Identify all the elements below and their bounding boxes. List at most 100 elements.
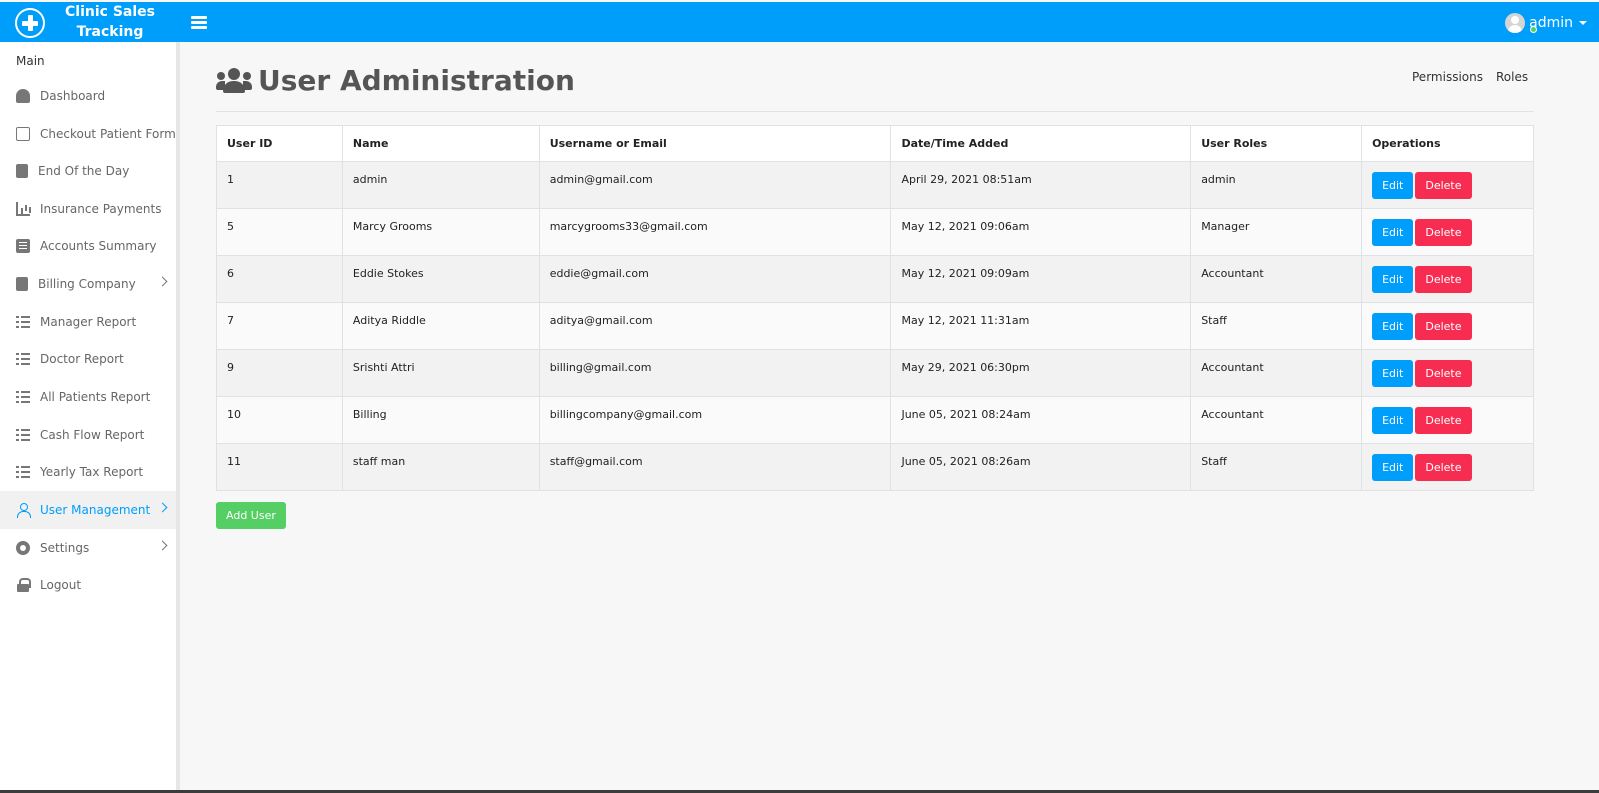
cell-name: staff man: [341, 443, 540, 491]
users-icon: [216, 68, 252, 94]
clipboard-icon: [16, 164, 28, 178]
edit-button[interactable]: Edit: [1372, 360, 1414, 387]
cell-role: Manager: [1190, 208, 1363, 256]
cell-email: billingcompany@gmail.com: [538, 396, 892, 444]
note-icon: [16, 127, 30, 141]
cell-operations: Edit Delete: [1361, 349, 1534, 397]
hamburger-menu-icon[interactable]: [191, 16, 207, 29]
cell-name: Marcy Grooms: [341, 208, 540, 256]
sidebar-item-label: Manager Report: [40, 315, 137, 329]
sidebar-item-label: Billing Company: [38, 277, 136, 291]
sidebar-item-label: Settings: [40, 541, 90, 555]
table-row: 9 Srishti Attri billing@gmail.com May 29…: [216, 349, 1534, 397]
cell-email: staff@gmail.com: [538, 443, 892, 491]
sidebar-item-label: All Patients Report: [40, 390, 151, 404]
sidebar-item-label: Accounts Summary: [40, 239, 157, 253]
delete-button[interactable]: Delete: [1415, 219, 1472, 246]
table-row: 10 Billing billingcompany@gmail.com June…: [216, 396, 1534, 444]
sidebar-item-insurance-payments[interactable]: Insurance Payments: [0, 190, 176, 228]
delete-button[interactable]: Delete: [1415, 313, 1472, 340]
sidebar-item-all-patients-report[interactable]: All Patients Report: [0, 378, 176, 416]
sidebar-item-label: Logout: [40, 578, 82, 592]
app-title[interactable]: Clinic Sales Tracking: [58, 2, 162, 42]
sidebar-item-dashboard[interactable]: Dashboard: [0, 77, 176, 115]
delete-button[interactable]: Delete: [1415, 407, 1472, 434]
cell-operations: Edit Delete: [1361, 443, 1534, 491]
tasks-icon: [16, 352, 30, 366]
sidebar-item-yearly-tax-report[interactable]: Yearly Tax Report: [0, 453, 176, 491]
sidebar-item-label: Yearly Tax Report: [40, 465, 144, 479]
list-icon: [16, 239, 30, 253]
delete-button[interactable]: Delete: [1415, 454, 1472, 481]
delete-button[interactable]: Delete: [1415, 360, 1472, 387]
cell-email: billing@gmail.com: [538, 349, 892, 397]
medical-cross-icon[interactable]: [15, 8, 45, 38]
sidebar-section-main: Main: [16, 54, 45, 68]
tasks-icon: [16, 315, 30, 329]
cell-user-id: 9: [216, 349, 343, 397]
sidebar-item-logout[interactable]: Logout: [0, 566, 176, 604]
sidebar-item-label: Cash Flow Report: [40, 428, 145, 442]
sidebar-item-cash-flow-report[interactable]: Cash Flow Report: [0, 416, 176, 454]
sidebar-item-end-of-day[interactable]: End Of the Day: [0, 152, 176, 190]
sidebar-item-settings[interactable]: Settings: [0, 529, 176, 567]
edit-button[interactable]: Edit: [1372, 172, 1414, 199]
page-title: User Administration: [258, 64, 575, 97]
page-header: User Administration Permissions Roles: [216, 60, 1534, 112]
cell-email: eddie@gmail.com: [538, 255, 892, 303]
cell-name: Srishti Attri: [341, 349, 540, 397]
cell-operations: Edit Delete: [1361, 208, 1534, 256]
roles-link[interactable]: Roles: [1496, 70, 1528, 84]
user-menu[interactable]: admin: [1505, 13, 1587, 33]
table-header-row: User ID Name Username or Email Date/Time…: [216, 125, 1534, 162]
cell-user-id: 6: [216, 255, 343, 303]
add-user-button[interactable]: Add User: [216, 502, 286, 529]
table-row: 5 Marcy Grooms marcygrooms33@gmail.com M…: [216, 208, 1534, 256]
cell-role: Accountant: [1190, 396, 1363, 444]
cell-role: admin: [1190, 161, 1363, 209]
chevron-right-icon: [157, 276, 168, 287]
sidebar-item-label: End Of the Day: [38, 164, 130, 178]
cell-date-added: May 12, 2021 09:06am: [890, 208, 1192, 256]
table-row: 6 Eddie Stokes eddie@gmail.com May 12, 2…: [216, 255, 1534, 303]
sidebar-item-label: Dashboard: [40, 89, 106, 103]
tasks-icon: [16, 465, 30, 479]
top-navbar: Clinic Sales Tracking admin: [0, 2, 1599, 42]
column-header-name: Name: [341, 125, 540, 162]
delete-button[interactable]: Delete: [1415, 266, 1472, 293]
sidebar-item-manager-report[interactable]: Manager Report: [0, 303, 176, 341]
edit-button[interactable]: Edit: [1372, 266, 1414, 293]
app-title-line2: Tracking: [76, 24, 144, 40]
cell-role: Staff: [1190, 443, 1363, 491]
column-header-date-added: Date/Time Added: [890, 125, 1192, 162]
sidebar-item-billing-company[interactable]: Billing Company: [0, 265, 176, 303]
sidebar-item-label: Checkout Patient Form: [40, 127, 176, 141]
cell-email: admin@gmail.com: [538, 161, 892, 209]
cell-date-added: May 12, 2021 09:09am: [890, 255, 1192, 303]
cell-date-added: June 05, 2021 08:26am: [890, 443, 1192, 491]
cell-user-id: 11: [216, 443, 343, 491]
edit-button[interactable]: Edit: [1372, 313, 1414, 340]
cell-role: Accountant: [1190, 255, 1363, 303]
edit-button[interactable]: Edit: [1372, 454, 1414, 481]
delete-button[interactable]: Delete: [1415, 172, 1472, 199]
column-header-email: Username or Email: [538, 125, 892, 162]
cell-operations: Edit Delete: [1361, 255, 1534, 303]
sidebar-item-label: Doctor Report: [40, 352, 124, 366]
cell-email: aditya@gmail.com: [538, 302, 892, 350]
edit-button[interactable]: Edit: [1372, 219, 1414, 246]
sidebar-item-checkout-patient-form[interactable]: Checkout Patient Form: [0, 115, 176, 153]
column-header-user-roles: User Roles: [1190, 125, 1363, 162]
users-table: User ID Name Username or Email Date/Time…: [216, 125, 1534, 491]
cell-operations: Edit Delete: [1361, 302, 1534, 350]
user-icon: [16, 503, 31, 518]
sidebar-item-doctor-report[interactable]: Doctor Report: [0, 340, 176, 378]
sidebar-item-label: Insurance Payments: [40, 202, 162, 216]
cell-date-added: April 29, 2021 08:51am: [890, 161, 1192, 209]
cell-user-id: 7: [216, 302, 343, 350]
cell-user-id: 1: [216, 161, 343, 209]
sidebar-item-user-management[interactable]: User Management: [0, 491, 176, 529]
sidebar-item-accounts-summary[interactable]: Accounts Summary: [0, 227, 176, 265]
permissions-link[interactable]: Permissions: [1412, 70, 1483, 84]
edit-button[interactable]: Edit: [1372, 407, 1414, 434]
